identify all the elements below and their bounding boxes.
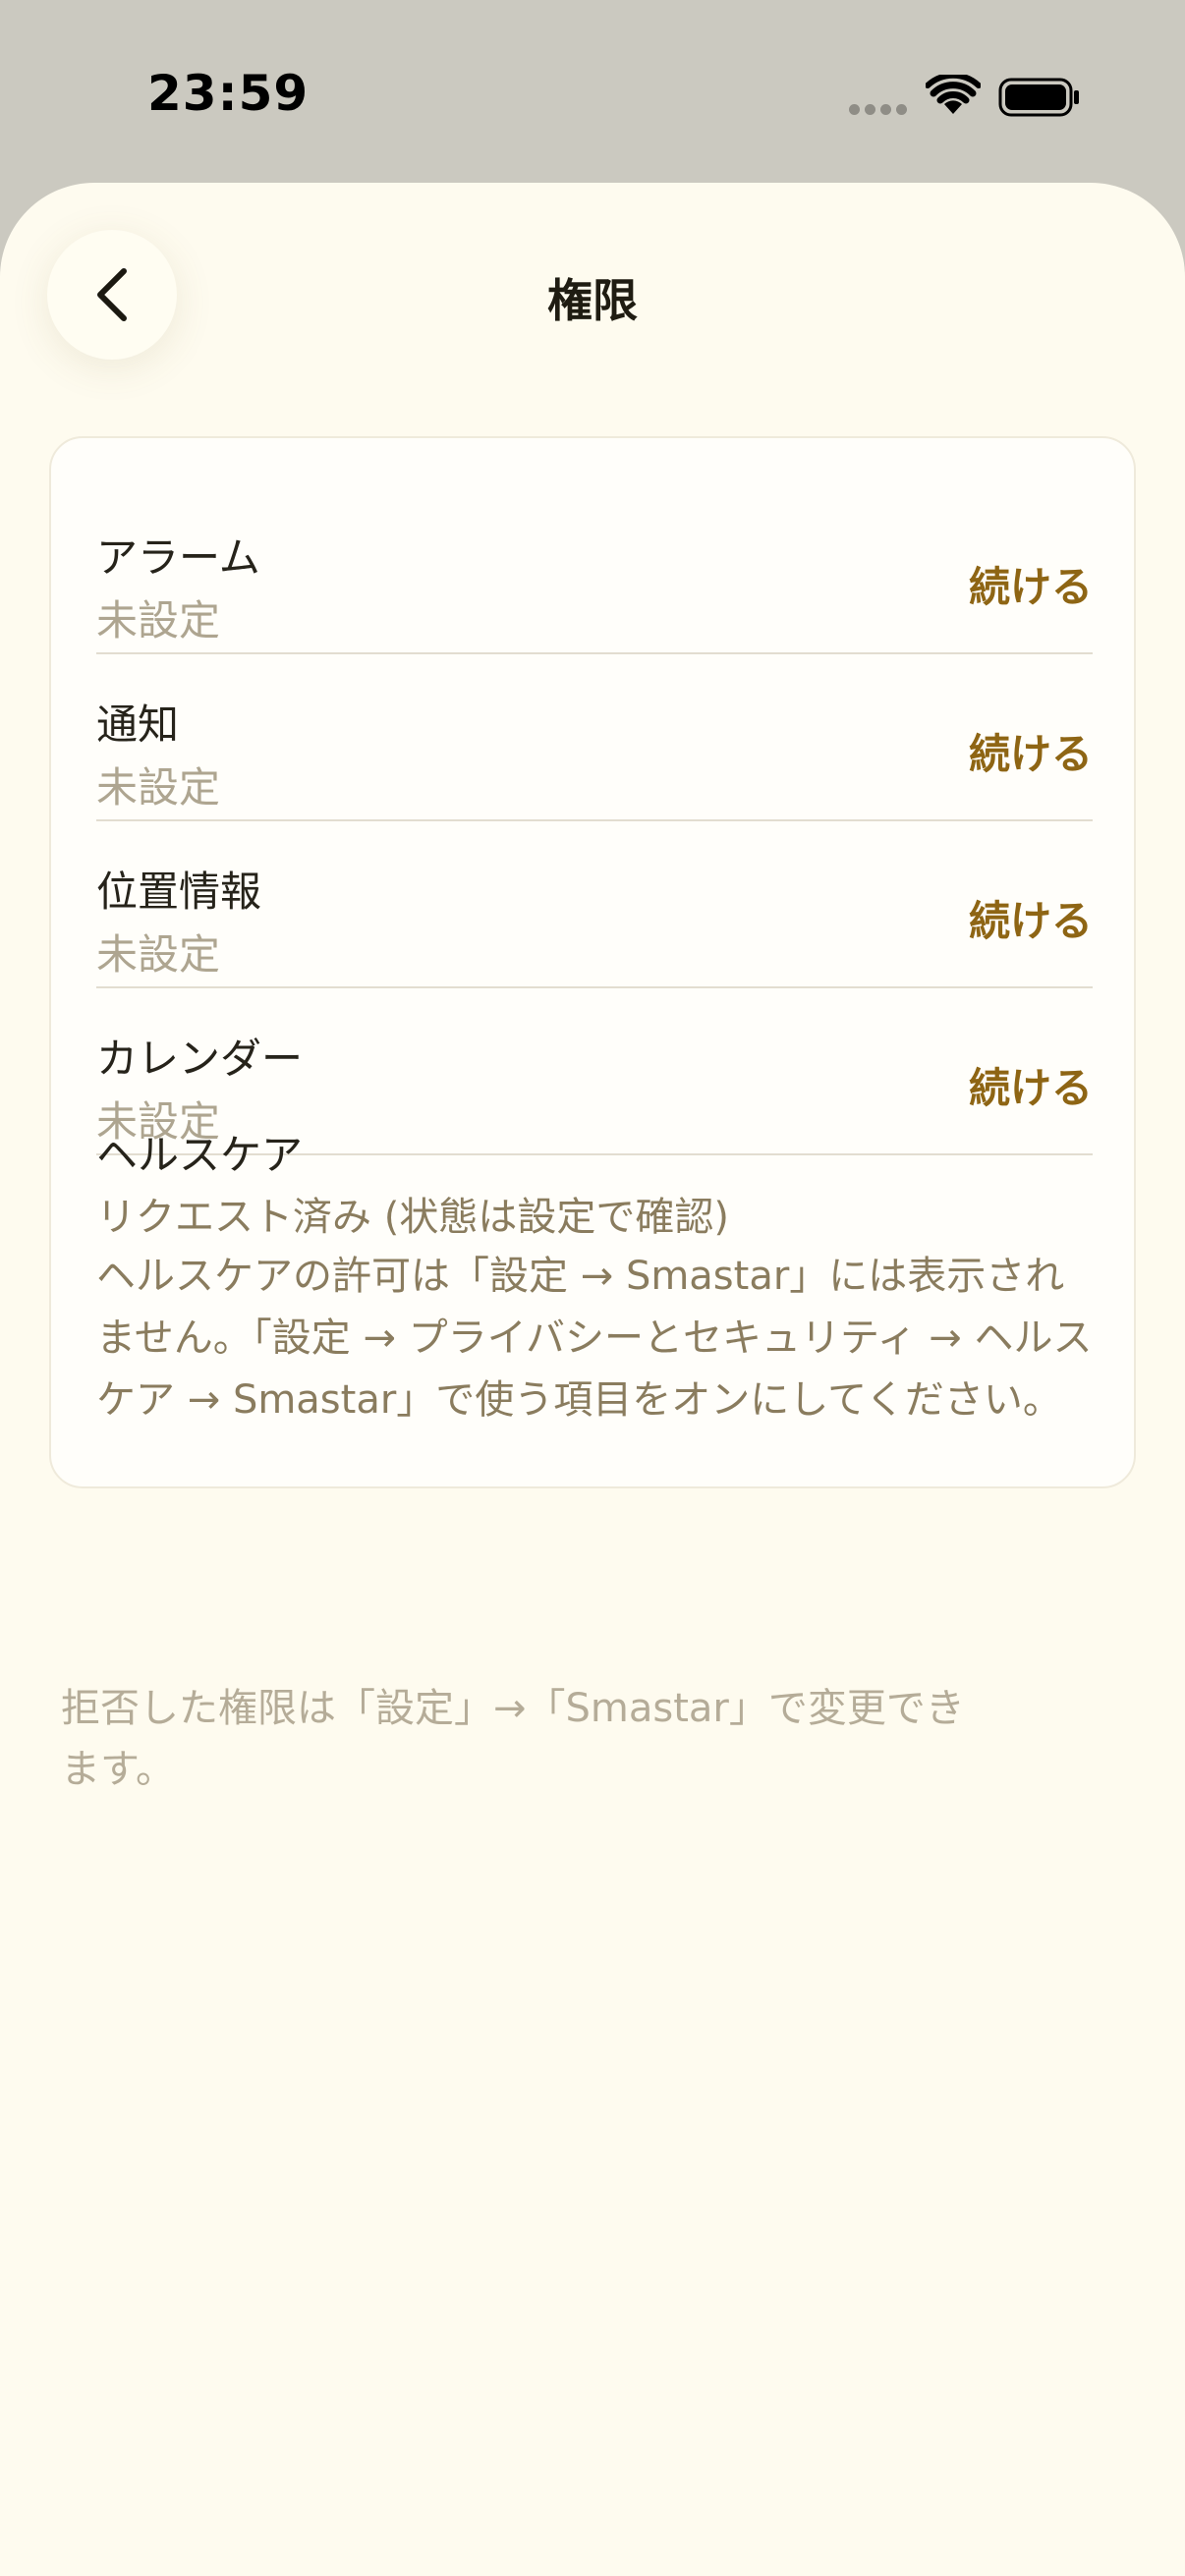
continue-button-notifications[interactable]: 続ける [969, 721, 1093, 781]
permission-status: 未設定 [96, 763, 221, 812]
permission-label: アラーム [96, 533, 260, 582]
continue-button-alarm[interactable]: 続ける [969, 554, 1093, 614]
permission-label: 通知 [96, 700, 180, 749]
cellular-signal-icon [849, 104, 908, 116]
status-bar: 23:59 [0, 0, 1185, 187]
page-title: 権限 [547, 274, 638, 327]
permission-row-location[interactable]: 位置情報 未設定 続ける [96, 821, 1093, 988]
health-status: リクエスト済み (状態は設定で確認) [96, 1195, 729, 1240]
battery-icon [998, 78, 1079, 117]
permissions-sheet: 権限 アラーム 未設定 続ける 通知 未設定 続ける 位置情報 未設定 続ける … [0, 183, 1185, 2576]
permission-status: 未設定 [96, 930, 221, 979]
footer-note: 拒否した権限は「設定」→「Smastar」で変更できます。 [61, 1686, 965, 1792]
permission-row-alarm[interactable]: アラーム 未設定 続ける [96, 487, 1093, 654]
wifi-icon [926, 75, 981, 114]
status-time: 23:59 [147, 65, 310, 122]
permission-status: 未設定 [96, 596, 221, 644]
permission-row-notifications[interactable]: 通知 未設定 続ける [96, 654, 1093, 821]
health-note: ヘルスケアの許可は「設定 → Smastar」には表示されません。「設定 → プ… [96, 1254, 1093, 1423]
health-label: ヘルスケア [96, 1131, 304, 1179]
permission-label: カレンダー [96, 1035, 304, 1083]
permissions-card: アラーム 未設定 続ける 通知 未設定 続ける 位置情報 未設定 続ける カレン… [49, 436, 1136, 1488]
permission-label: 位置情報 [96, 868, 262, 916]
continue-button-calendar[interactable]: 続ける [969, 1055, 1093, 1115]
continue-button-location[interactable]: 続ける [969, 888, 1093, 948]
